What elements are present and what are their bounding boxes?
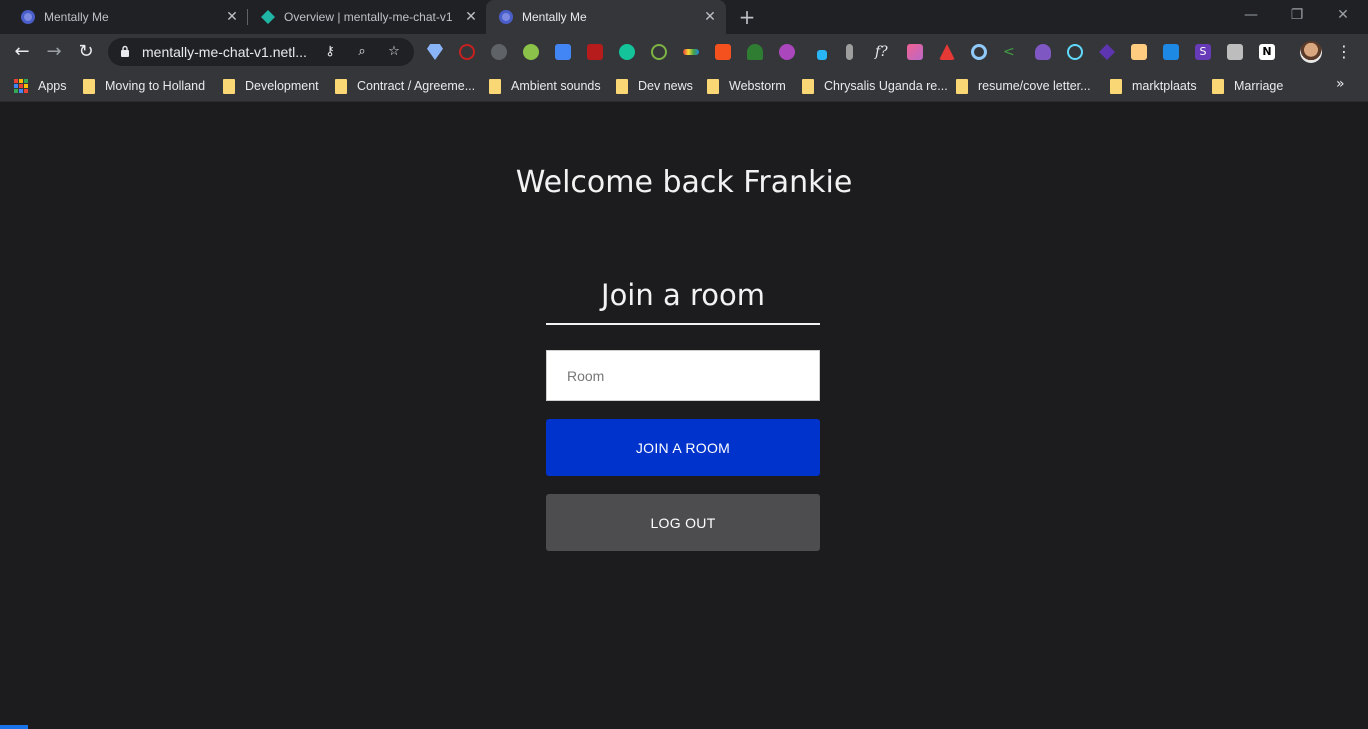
close-window-icon[interactable]: ✕ [1333,5,1353,25]
welcome-heading: Welcome back Frankie [515,165,853,200]
extension-cat-icon[interactable] [1035,44,1051,60]
tab-mentally-me-1[interactable]: Mentally Me ✕ [8,0,246,34]
bookmark-folder[interactable]: Ambient sounds [489,76,601,96]
bookmark-apps[interactable]: Apps [14,76,67,96]
bookmark-folder[interactable]: Webstorm [707,76,786,96]
key-icon[interactable]: ⚷ [322,44,338,60]
extension-purple-icon[interactable] [779,44,795,60]
tab-title: Mentally Me [44,10,109,24]
page-content: Welcome back Frankie Join a room JOIN A … [0,102,1368,729]
extension-code-icon[interactable]: < [1003,44,1019,60]
netlify-favicon-icon [261,10,275,24]
extension-pdf-icon[interactable] [587,44,603,60]
new-tab-icon[interactable]: + [737,7,757,27]
bookmark-folder[interactable]: Development [223,76,319,96]
bookmark-star-icon[interactable]: ☆ [386,44,402,60]
tab-title: Mentally Me [522,10,587,24]
bookmark-label: resume/cove letter... [978,79,1091,93]
folder-icon [1110,78,1122,94]
folder-icon [1212,78,1224,94]
join-room-heading: Join a room [601,278,765,312]
back-icon[interactable]: ← [10,40,34,64]
extension-mouse-icon[interactable] [846,44,853,60]
apps-grid-icon [14,79,28,93]
bookmark-label: Dev news [638,79,693,93]
extension-gradient-icon[interactable] [907,44,923,60]
bookmark-label: Chrysalis Uganda re... [824,79,948,93]
tab-strip: Mentally Me ✕ Overview | mentally-me-cha… [0,0,1368,34]
zoom-icon[interactable]: ⌕ [354,44,370,60]
bookmark-label: Apps [38,79,67,93]
folder-icon [335,78,347,94]
extension-checklist-icon[interactable] [1163,44,1179,60]
tab-mentally-me-active[interactable]: Mentally Me ✕ [486,0,726,34]
extension-notion-icon[interactable]: N [1259,44,1275,60]
extension-github-icon[interactable] [491,44,507,60]
folder-icon [802,78,814,94]
folder-icon [956,78,968,94]
mentally-me-favicon-icon [21,10,35,24]
extension-grammarly-icon[interactable] [619,44,635,60]
extension-block-icon[interactable] [459,44,475,60]
extension-face-icon[interactable] [1131,44,1147,60]
folder-icon [83,78,95,94]
bookmark-folder[interactable]: resume/cove letter... [956,76,1091,96]
bookmark-folder[interactable]: Marriage [1212,76,1283,96]
address-bar[interactable]: mentally-me-chat-v1.netl... ⚷ ⌕ ☆ [108,38,414,66]
tab-netlify-overview[interactable]: Overview | mentally-me-chat-v1 ✕ [248,0,486,34]
mentally-me-favicon-icon [499,10,513,24]
bookmark-label: marktplaats [1132,79,1197,93]
extension-camera-icon[interactable] [1227,44,1243,60]
minimize-icon[interactable]: — [1241,5,1261,25]
tab-title: Overview | mentally-me-chat-v1 [284,10,453,24]
extension-tree-icon[interactable] [747,44,763,60]
browser-toolbar: ← → ↻ mentally-me-chat-v1.netl... ⚷ ⌕ ☆ … [0,34,1368,70]
bookmark-label: Marriage [1234,79,1284,93]
bookmark-folder[interactable]: Moving to Holland [83,76,205,96]
extension-diamond-icon[interactable] [427,44,443,60]
extension-lighthouse-icon[interactable] [939,44,955,60]
bookmark-label: Webstorm [729,79,786,93]
extension-s-icon[interactable]: S [1195,44,1211,60]
more-bookmarks-icon[interactable]: » [1336,76,1345,92]
extension-rainbow-icon[interactable] [683,49,699,55]
extension-ring-icon[interactable] [971,44,987,60]
bookmark-folder[interactable]: Contract / Agreeme... [335,76,475,96]
close-tab-icon[interactable]: ✕ [702,8,718,24]
bookmark-label: Development [245,79,319,93]
heading-underline [546,323,820,325]
folder-icon [616,78,628,94]
extension-orange-icon[interactable] [715,44,731,60]
close-tab-icon[interactable]: ✕ [463,8,479,24]
url-text: mentally-me-chat-v1.netl... [142,44,307,60]
extension-function-icon[interactable]: f? [875,44,891,60]
restore-icon[interactable]: ❐ [1287,5,1307,25]
forward-icon[interactable]: → [42,40,66,64]
folder-icon [223,78,235,94]
more-menu-icon[interactable]: ⋮ [1336,40,1352,64]
extension-yoast-icon[interactable] [523,44,539,60]
lock-icon [121,45,129,57]
bookmark-folder[interactable]: Dev news [616,76,693,96]
bookmark-label: Contract / Agreeme... [357,79,476,93]
bookmarks-bar: Apps Moving to Holland Development Contr… [0,70,1368,102]
bookmark-label: Ambient sounds [511,79,601,93]
room-input[interactable] [546,350,820,401]
extension-react-icon[interactable] [1067,44,1083,60]
folder-icon [707,78,719,94]
bookmark-folder[interactable]: Chrysalis Uganda re... [802,76,948,96]
extension-pencil-icon[interactable] [817,50,827,60]
extension-translate-icon[interactable] [555,44,571,60]
close-tab-icon[interactable]: ✕ [224,8,240,24]
bookmark-label: Moving to Holland [105,79,206,93]
extension-check-icon[interactable] [651,44,667,60]
profile-avatar[interactable] [1300,41,1322,63]
join-room-button[interactable]: JOIN A ROOM [546,419,820,476]
logout-button[interactable]: LOG OUT [546,494,820,551]
taskbar-indicator [0,725,28,729]
folder-icon [489,78,501,94]
extension-redux-icon[interactable] [1099,44,1115,60]
bookmark-folder[interactable]: marktplaats [1110,76,1197,96]
reload-icon[interactable]: ↻ [74,40,98,64]
